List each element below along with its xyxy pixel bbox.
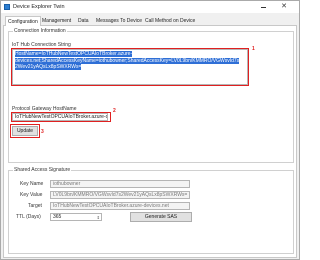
key-name-label: Key Name — [20, 181, 44, 187]
generate-sas-button[interactable]: Generate SAS — [130, 212, 192, 222]
shared-access-signature-label: Shared Access Signature — [13, 167, 72, 173]
target-label: Target — [28, 203, 42, 209]
key-value-field: LV0L9bn/KMMRO/VGWsvId7s2Wev21yAQsLx8pSWX… — [50, 191, 190, 199]
tab-call-method[interactable]: Call Method on Device — [145, 17, 195, 26]
connection-information-label: Connection Information — [13, 28, 67, 34]
tab-messages-to-device[interactable]: Messages To Device — [96, 17, 142, 26]
target-field: IoTHubNewTestOPCUAIoTBroker.azure-device… — [50, 202, 190, 210]
tab-data[interactable]: Data — [78, 17, 89, 26]
device-explorer-window: Device Explorer Twin ✕ Configuration Man… — [0, 0, 300, 260]
annotation-box-2 — [11, 112, 111, 122]
app-icon — [4, 4, 10, 10]
annotation-mark-2: 2 — [113, 108, 116, 114]
tab-configuration[interactable]: Configuration — [5, 16, 41, 26]
key-name-field: iothubowner — [50, 180, 190, 188]
title-bar: Device Explorer Twin ✕ — [1, 1, 299, 13]
annotation-mark-3: 3 — [41, 129, 44, 135]
ttl-days-label: TTL (Days) — [16, 214, 41, 220]
key-value-label: Key Value — [20, 192, 43, 198]
annotation-box-1 — [11, 48, 249, 86]
ttl-days-stepper[interactable]: 365 ⇕ — [50, 213, 102, 221]
tab-management[interactable]: Management — [42, 17, 71, 26]
ttl-days-value: 365 — [53, 214, 62, 220]
annotation-box-3 — [10, 124, 40, 138]
tab-strip: Configuration Management Data Messages T… — [3, 16, 297, 26]
window-title: Device Explorer Twin — [13, 4, 65, 10]
close-icon[interactable]: ✕ — [277, 2, 291, 12]
annotation-mark-1: 1 — [252, 46, 255, 52]
minimize-icon[interactable] — [257, 2, 271, 12]
stepper-arrows-icon[interactable]: ⇕ — [97, 214, 100, 220]
configuration-panel: Connection Information IoT Hub Connectio… — [3, 26, 297, 258]
